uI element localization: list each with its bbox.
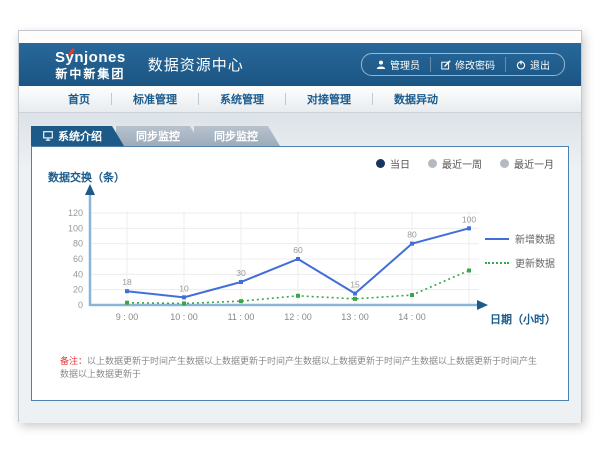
document-icon <box>43 131 53 141</box>
nav-item-standards[interactable]: 标准管理 <box>112 91 198 107</box>
svg-text:40: 40 <box>73 269 83 279</box>
nav-item-interface[interactable]: 对接管理 <box>286 91 372 107</box>
logo-company: 新中新集团 <box>55 68 126 80</box>
tab-label: 系统介绍 <box>58 128 102 144</box>
tab-label: 同步监控 <box>214 128 258 144</box>
svg-text:13 : 00: 13 : 00 <box>341 312 369 322</box>
radio-label: 最近一月 <box>514 156 554 171</box>
radio-label: 最近一周 <box>442 156 482 171</box>
logout-button[interactable]: 退出 <box>505 57 560 72</box>
radio-dot <box>428 159 437 168</box>
svg-text:80: 80 <box>73 239 83 249</box>
legend-label: 更新数据 <box>515 255 555 270</box>
svg-text:15: 15 <box>350 280 360 290</box>
svg-text:80: 80 <box>407 230 417 240</box>
legend-label: 新增数据 <box>515 231 555 246</box>
dotted-line-swatch <box>485 262 509 264</box>
radio-last-month[interactable]: 最近一月 <box>500 156 554 171</box>
svg-text:0: 0 <box>78 300 83 310</box>
content-area: 系统介绍 同步监控 同步监控 当日 最近一周 <box>19 113 581 423</box>
logout-icon <box>516 60 526 70</box>
logo: Synjones 新中新集团 <box>55 50 126 80</box>
svg-text:60: 60 <box>73 254 83 264</box>
solid-line-swatch <box>485 238 509 240</box>
window-top-strip <box>19 31 581 43</box>
svg-text:30: 30 <box>236 268 246 278</box>
page-title: 数据资源中心 <box>148 54 244 75</box>
svg-text:100: 100 <box>462 214 476 224</box>
radio-label: 当日 <box>390 156 410 171</box>
app-header: Synjones 新中新集团 数据资源中心 管理员 修改密码 <box>19 43 581 86</box>
svg-text:60: 60 <box>293 245 303 255</box>
svg-text:9 : 00: 9 : 00 <box>116 312 139 322</box>
user-icon <box>376 60 386 69</box>
footnote-prefix: 备注： <box>60 356 87 366</box>
chart-panel: 当日 最近一周 最近一月 数据交换（条） 日期（小时） 0 20 40 60 80 100… <box>31 146 569 401</box>
svg-text:14 : 00: 14 : 00 <box>398 312 426 322</box>
x-axis-title: 日期（小时） <box>490 312 556 326</box>
legend-new-data[interactable]: 新增数据 <box>485 231 555 246</box>
tab-label: 同步监控 <box>136 128 180 144</box>
y-axis-title: 数据交换（条） <box>48 170 125 184</box>
svg-text:20: 20 <box>73 285 83 295</box>
tab-sync-monitor-2[interactable]: 同步监控 <box>194 126 280 146</box>
svg-text:10 : 00: 10 : 00 <box>170 312 198 322</box>
user-toolbar: 管理员 修改密码 退出 <box>361 53 565 76</box>
change-password-label: 修改密码 <box>455 57 495 72</box>
svg-text:18: 18 <box>122 277 132 287</box>
user-admin-button[interactable]: 管理员 <box>366 57 430 72</box>
time-range-filter: 当日 最近一周 最近一月 <box>376 156 554 171</box>
logout-label: 退出 <box>530 57 550 72</box>
user-admin-label: 管理员 <box>390 57 420 72</box>
radio-dot <box>376 159 385 168</box>
chart-legend: 新增数据 更新数据 <box>485 231 555 270</box>
tab-system-intro[interactable]: 系统介绍 <box>31 126 124 146</box>
svg-text:11 : 00: 11 : 00 <box>228 312 255 322</box>
footnote-text: 以上数据更新于时间产生数据以上数据更新于时间产生数据以上数据更新于时间产生数据以… <box>60 356 537 379</box>
legend-updated-data[interactable]: 更新数据 <box>485 255 555 270</box>
tab-sync-monitor-1[interactable]: 同步监控 <box>116 126 202 146</box>
svg-text:100: 100 <box>68 223 83 233</box>
change-password-button[interactable]: 修改密码 <box>430 57 505 72</box>
app-window: Synjones 新中新集团 数据资源中心 管理员 修改密码 <box>18 30 582 422</box>
logo-brand: Synjones <box>55 50 126 65</box>
radio-dot <box>500 159 509 168</box>
nav-item-home[interactable]: 首页 <box>47 91 111 107</box>
tab-bar: 系统介绍 同步监控 同步监控 <box>31 126 569 146</box>
main-nav: 首页 标准管理 系统管理 对接管理 数据异动 <box>19 86 581 113</box>
nav-item-system[interactable]: 系统管理 <box>199 91 285 107</box>
nav-item-data-change[interactable]: 数据异动 <box>373 91 459 107</box>
svg-text:12 : 00: 12 : 00 <box>284 312 312 322</box>
svg-text:10: 10 <box>179 283 189 293</box>
footnote: 备注：以上数据更新于时间产生数据以上数据更新于时间产生数据以上数据更新于时间产生… <box>32 355 568 380</box>
radio-last-week[interactable]: 最近一周 <box>428 156 482 171</box>
svg-text:120: 120 <box>68 208 83 218</box>
radio-today[interactable]: 当日 <box>376 156 410 171</box>
edit-icon <box>441 60 451 70</box>
